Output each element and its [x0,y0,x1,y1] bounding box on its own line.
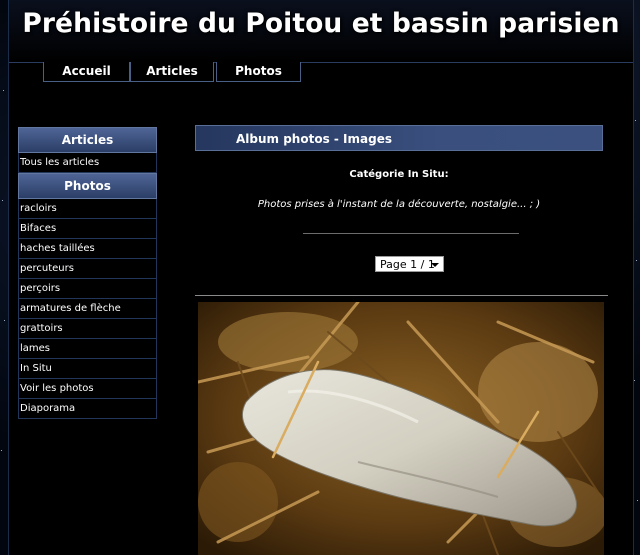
sidebar-item-haches-taillees[interactable]: haches taillées [18,239,157,259]
in-situ-photo[interactable] [198,302,604,555]
category-line: Catégorie In Situ: [195,169,603,180]
sidebar-item-percuteurs[interactable]: percuteurs [18,259,157,279]
nav-accueil[interactable]: Accueil [43,62,130,82]
photo-image [198,302,604,555]
sidebar-item-in-situ[interactable]: In Situ [18,359,157,379]
category-label: Catégorie [349,169,405,180]
sidebar-photos-heading: Photos [18,173,157,199]
sidebar-item-percoirs[interactable]: perçoirs [18,279,157,299]
main-content: Album photos - Images Catégorie In Situ:… [195,125,608,296]
sidebar-item-tous-les-articles[interactable]: Tous les articles [18,153,157,173]
sidebar-item-diaporama[interactable]: Diaporama [18,399,157,419]
dropdown-arrow-icon [431,263,439,267]
nav-articles[interactable]: Articles [130,62,214,82]
sidebar-item-voir-les-photos[interactable]: Voir les photos [18,379,157,399]
sidebar-item-grattoirs[interactable]: grattoirs [18,319,157,339]
page-select[interactable]: Page 1 / 1 [375,256,444,272]
sidebar: Articles Tous les articles Photos racloi… [18,127,157,419]
site-header: Préhistoire du Poitou et bassin parisien [9,0,633,63]
album-title-bar: Album photos - Images [195,125,603,151]
sidebar-item-racloirs[interactable]: racloirs [18,199,157,219]
sidebar-articles-heading: Articles [18,127,157,153]
divider [195,295,608,296]
category-name: In Situ: [407,169,449,180]
sidebar-item-armatures-de-fleche[interactable]: armatures de flèche [18,299,157,319]
nav-photos[interactable]: Photos [216,62,301,82]
divider [303,233,519,234]
sidebar-item-lames[interactable]: lames [18,339,157,359]
site-title[interactable]: Préhistoire du Poitou et bassin parisien [9,8,633,39]
page-select-value: Page 1 / 1 [380,258,435,271]
category-description: Photos prises à l'instant de la découver… [257,199,541,210]
sidebar-item-bifaces[interactable]: Bifaces [18,219,157,239]
